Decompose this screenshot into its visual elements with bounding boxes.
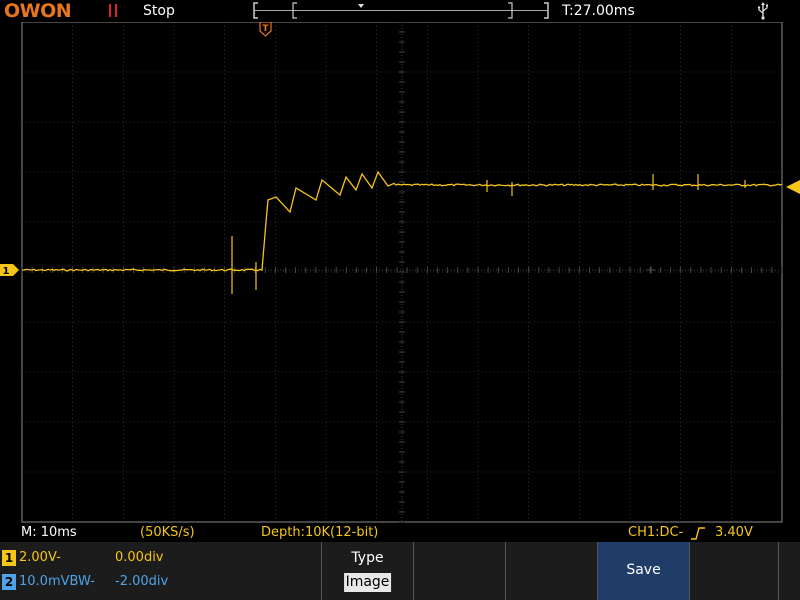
channel1-trace (21, 170, 783, 272)
svg-text:T: T (262, 24, 269, 34)
trigger-level-marker-icon[interactable] (786, 180, 800, 194)
softkey-5-empty[interactable] (689, 542, 778, 600)
trigger-time-readout[interactable]: T:27.00ms (562, 0, 635, 22)
channel2-badge: 2 (2, 574, 16, 590)
memory-depth-readout[interactable]: Depth:10K(12-bit) (261, 523, 378, 543)
save-button[interactable]: Save (597, 542, 689, 600)
brand-logo: OWON (4, 0, 72, 22)
usb-icon (757, 2, 768, 20)
graticule (21, 22, 783, 523)
trigger-time-marker-icon[interactable]: T (259, 22, 272, 37)
softkey-6-empty[interactable] (778, 542, 800, 600)
softkey-2-empty[interactable] (413, 542, 505, 600)
type-softkey[interactable]: Type Image (321, 542, 413, 600)
pause-icon (108, 4, 118, 17)
channel1-info[interactable]: 1 2.00V- 0.00div (0, 548, 320, 568)
top-bar: OWON Stop T:27.00ms (0, 0, 800, 22)
svg-text:1: 1 (3, 266, 10, 277)
status-row: M: 10ms (50KS/s) Depth:10K(12-bit) CH1:D… (0, 523, 800, 543)
type-softkey-label: Type (351, 550, 384, 566)
bottom-menu: 1 2.00V- 0.00div 2 10.0mVBW- -2.00div Ty… (0, 542, 800, 600)
timebase-readout[interactable]: M: 10ms (21, 523, 77, 543)
trigger-source-readout[interactable]: CH1:DC- (628, 523, 683, 543)
waveform-display[interactable]: T 1 (0, 22, 800, 524)
channel1-position: 0.00div (115, 550, 164, 565)
sample-rate-readout: (50KS/s) (140, 525, 195, 540)
channel1-badge: 1 (2, 550, 16, 566)
save-button-label: Save (626, 562, 661, 578)
run-status[interactable]: Stop (143, 0, 175, 22)
channel1-ground-marker-icon[interactable]: 1 (0, 264, 19, 277)
type-softkey-value: Image (343, 573, 392, 592)
rising-edge-icon (691, 527, 705, 540)
softkey-3-empty[interactable] (505, 542, 597, 600)
channel1-scale: 2.00V- (19, 550, 61, 565)
trigger-level-readout[interactable]: 3.40V (715, 523, 753, 543)
channel2-position: -2.00div (115, 574, 169, 589)
memory-position-bar[interactable] (252, 1, 550, 20)
channel2-scale: 10.0mVBW- (19, 574, 95, 589)
trigger-position-marker-icon (358, 4, 364, 8)
channel2-info[interactable]: 2 10.0mVBW- -2.00div (0, 572, 320, 592)
